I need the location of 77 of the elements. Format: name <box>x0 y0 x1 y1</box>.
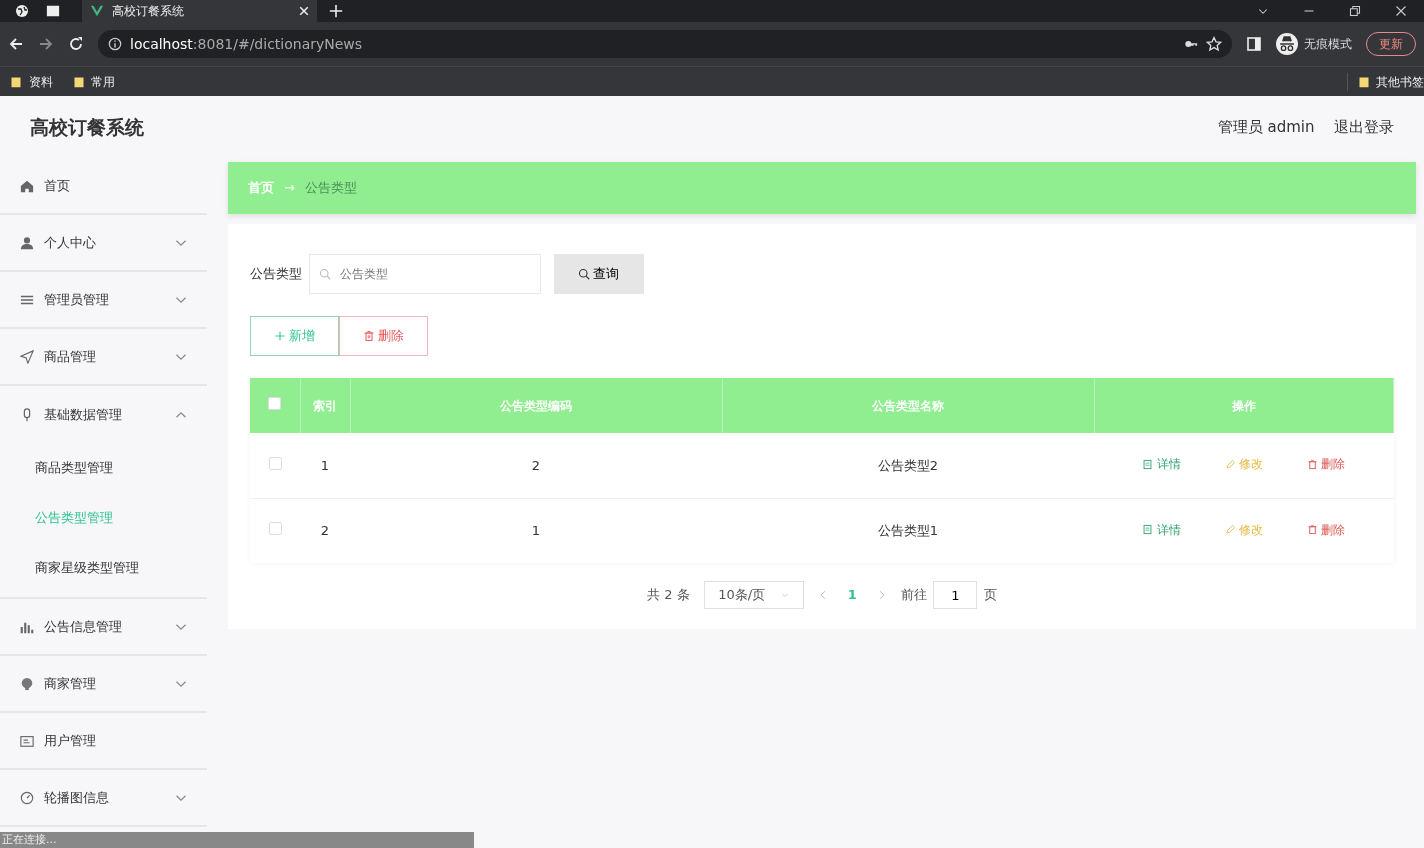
paper-plane-icon <box>20 349 34 364</box>
row-checkbox[interactable] <box>268 456 282 470</box>
sidebar-item[interactable]: 公告信息管理 <box>0 599 207 656</box>
sidebar-item[interactable]: 首页 <box>0 158 207 215</box>
doc-icon <box>1142 458 1154 470</box>
page-input[interactable]: 1 <box>933 581 978 609</box>
sidebar-subitem[interactable]: 商家星级类型管理 <box>0 543 207 593</box>
row-checkbox[interactable] <box>268 522 282 535</box>
table-cell: 公告类型2 <box>877 457 939 473</box>
table-cell: 公告类型1 <box>877 523 939 538</box>
window-icon[interactable] <box>44 4 62 18</box>
logout-link[interactable]: 退出登录 <box>1334 115 1394 139</box>
home-icon <box>20 178 34 193</box>
search-icon <box>318 268 331 280</box>
table-cell: 1 <box>320 457 330 473</box>
search-field[interactable]: 公告类型 <box>308 254 541 294</box>
tab-title: 高校订餐系统 <box>112 3 185 20</box>
total-count: 共 2 条 <box>647 586 690 605</box>
new-tab-icon[interactable] <box>329 4 343 18</box>
search-label: 公告类型 <box>250 265 302 284</box>
reload-icon[interactable] <box>68 36 84 52</box>
sidebar-item[interactable]: 个人中心 <box>0 215 207 272</box>
bookmark-link[interactable]: 其他书签 <box>1376 72 1424 91</box>
incognito-icon[interactable] <box>1275 33 1298 55</box>
status-bar: 正在连接... <box>0 832 474 848</box>
table-cell: 2 <box>531 457 541 473</box>
trash-icon <box>1306 524 1318 536</box>
table-cell: 2 <box>320 523 330 538</box>
column-header: 索引 <box>313 398 337 413</box>
forward-icon[interactable] <box>38 36 54 52</box>
user-label: 管理员 admin <box>1217 116 1315 138</box>
delete-button[interactable]: 删除 <box>1298 455 1354 474</box>
bulb-icon <box>20 676 34 691</box>
sidebar-item[interactable]: 用户管理 <box>0 713 207 770</box>
url-text: localhost:8081/#/dictionaryNews <box>130 34 364 54</box>
globe-icon[interactable] <box>14 3 30 19</box>
plus-icon <box>273 330 286 342</box>
browser-tab[interactable]: 高校订餐系统 <box>82 0 317 22</box>
back-icon[interactable] <box>8 36 24 52</box>
address-bar[interactable]: localhost:8081/#/dictionaryNews <box>98 30 1232 58</box>
card-icon <box>20 733 34 748</box>
page-size-select[interactable]: 10条/页 <box>703 581 804 609</box>
trash-icon <box>1306 458 1318 470</box>
sidebar-item[interactable]: 商品管理 <box>0 329 207 386</box>
sidebar-item[interactable]: 轮播图信息 <box>0 770 207 827</box>
select-all-checkbox[interactable] <box>268 396 282 410</box>
gauge-icon <box>20 790 34 805</box>
pencil-icon <box>1224 458 1236 470</box>
side-panel-icon[interactable] <box>1245 36 1262 52</box>
star-icon[interactable] <box>1205 36 1222 52</box>
search-button[interactable]: 查询 <box>553 254 644 294</box>
breadcrumb-current: 公告类型 <box>304 179 357 198</box>
close-icon[interactable] <box>1395 5 1407 17</box>
table-cell: 1 <box>531 523 541 538</box>
bookmark-link[interactable]: 常用 <box>91 72 115 91</box>
page-suffix: 页 <box>983 586 997 605</box>
delete-button[interactable]: 删除 <box>1298 520 1354 539</box>
sidebar-item[interactable]: 基础数据管理 <box>0 386 207 443</box>
trash-icon <box>362 330 375 342</box>
info-icon <box>108 37 122 51</box>
restore-icon[interactable] <box>1349 5 1361 17</box>
doc-icon <box>1142 524 1154 536</box>
profile-label: 无痕模式 <box>1304 36 1352 53</box>
sidebar-subitem[interactable]: 商品类型管理 <box>0 443 207 493</box>
person-icon <box>20 235 34 250</box>
goto-label: 前往 <box>900 586 927 605</box>
app-title: 高校订餐系统 <box>30 114 144 140</box>
pencil-icon <box>1224 524 1236 536</box>
delete-button[interactable]: 删除 <box>339 316 428 356</box>
bookmark-link[interactable]: 资料 <box>28 72 53 91</box>
sidebar-item[interactable]: 管理员管理 <box>0 272 207 329</box>
search-icon <box>577 268 590 280</box>
v-logo-icon <box>90 4 104 18</box>
chevron-down-icon <box>781 591 790 599</box>
sidebar-item[interactable]: 商家管理 <box>0 656 207 713</box>
column-header: 操作 <box>1231 398 1256 413</box>
breadcrumb-arrow: → <box>284 179 295 198</box>
